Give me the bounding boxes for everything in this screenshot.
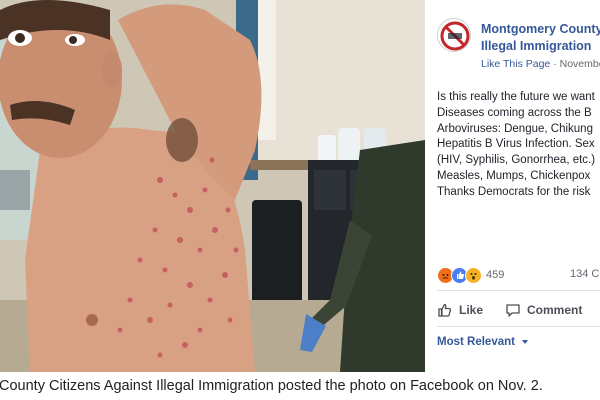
photo-caption-bar: County Citizens Against Illegal Immigrat…	[0, 372, 600, 400]
post-header: Montgomery County Illegal Immigration Li…	[437, 18, 600, 78]
post-text: Is this really the future we want Diseas…	[437, 90, 595, 201]
speech-bubble-icon	[506, 304, 520, 317]
page-name-line-1[interactable]: Montgomery County	[481, 21, 600, 38]
post-date[interactable]: November	[560, 58, 600, 70]
divider	[437, 290, 600, 291]
post-text-line: Measles, Mumps, Chickenpox	[437, 169, 591, 182]
page-name[interactable]: Montgomery County Illegal Immigration	[481, 21, 600, 55]
facebook-post-panel: Montgomery County Illegal Immigration Li…	[425, 0, 600, 372]
no-illegal-immigration-logo-icon	[440, 21, 470, 51]
photo-illustration	[0, 0, 425, 372]
comment-label: Comment	[527, 303, 583, 317]
like-page-link[interactable]: Like This Page	[481, 58, 550, 70]
post-text-line: Hepatitis B Virus Infection. Sex	[437, 138, 595, 151]
wow-reaction-icon	[465, 266, 482, 284]
post-text-line: Arboviruses: Dengue, Chikung	[437, 122, 593, 135]
like-button[interactable]: Like	[437, 302, 483, 318]
meta-separator: ·	[553, 58, 557, 70]
page-avatar[interactable]	[437, 18, 471, 52]
comment-count[interactable]: 134 C	[570, 268, 599, 280]
post-photo[interactable]	[0, 0, 425, 372]
like-label: Like	[459, 303, 484, 317]
caret-down-icon	[522, 339, 529, 344]
sort-comments-dropdown[interactable]: Most Relevant	[437, 336, 529, 348]
post-actions: Like Comment	[437, 297, 582, 323]
post-text-line: Thanks Democrats for the risk	[437, 185, 591, 198]
comment-button[interactable]: Comment	[505, 302, 582, 318]
page-name-line-2[interactable]: Illegal Immigration	[481, 38, 600, 55]
photo-caption: County Citizens Against Illegal Immigrat…	[0, 378, 543, 394]
reaction-count[interactable]: 459	[486, 269, 504, 281]
post-text-line: Diseases coming across the B	[437, 106, 592, 119]
sort-label: Most Relevant	[437, 336, 515, 348]
thumbs-up-icon	[438, 303, 452, 317]
divider	[437, 326, 600, 327]
post-text-line: (HIV, Syphilis, Gonorrhea, etc.)	[437, 154, 596, 167]
post-text-line: Is this really the future we want	[437, 91, 595, 103]
reactions-summary[interactable]: 459	[437, 266, 504, 284]
post-meta: Like This Page · November	[481, 58, 600, 70]
